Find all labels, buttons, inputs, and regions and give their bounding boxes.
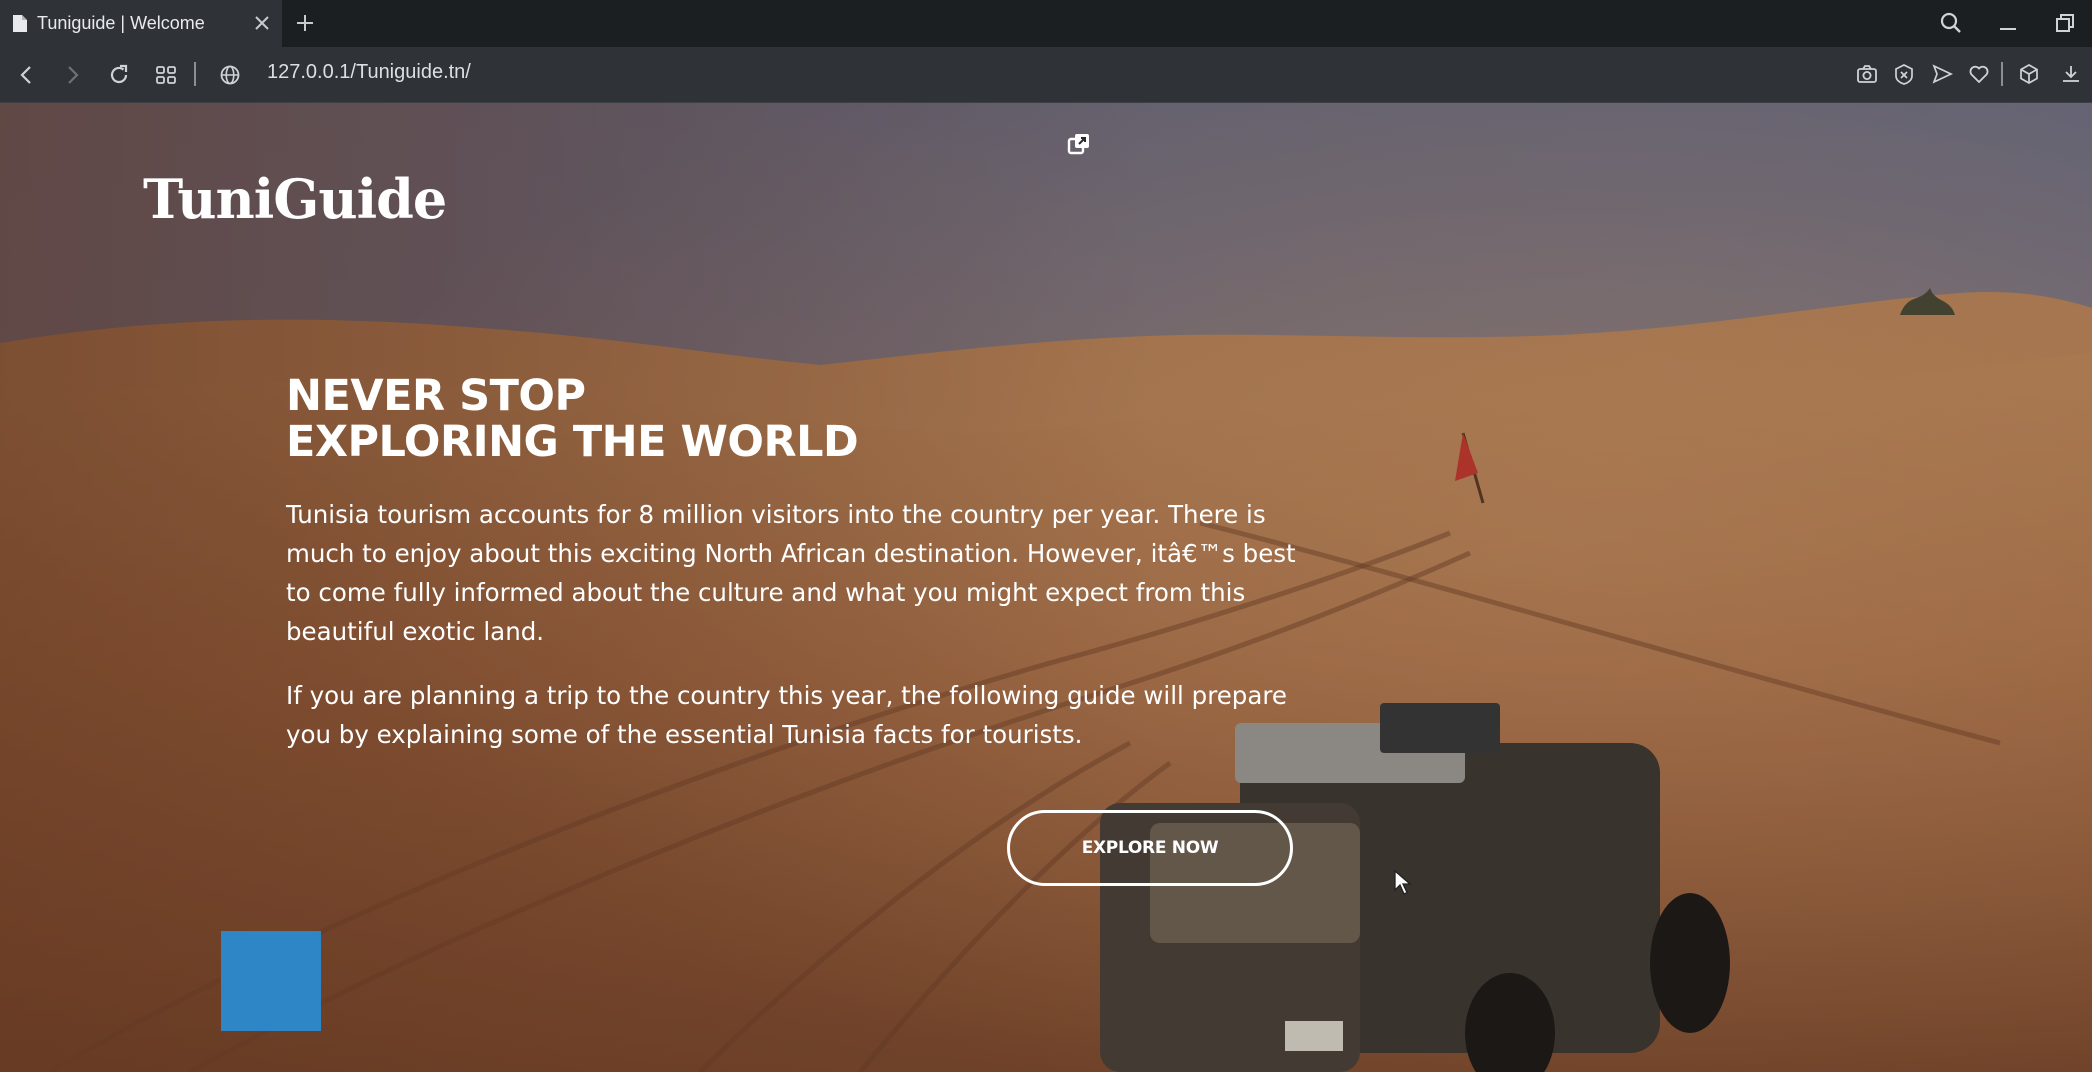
- browser-tab[interactable]: Tuniguide | Welcome: [0, 0, 282, 47]
- intro-paragraph: Tunisia tourism accounts for 8 million v…: [286, 500, 1296, 646]
- divider: [194, 62, 196, 86]
- address-bar: 127.0.0.1/Tuniguide.tn/: [0, 47, 2092, 103]
- site-logo[interactable]: TuniGuide: [143, 167, 447, 231]
- hero-headline: NEVER STOP EXPLORING THE WORLD: [286, 373, 1386, 465]
- camera-icon[interactable]: [1856, 63, 1878, 85]
- mouse-cursor-icon: [1394, 870, 1412, 896]
- search-icon[interactable]: [1939, 11, 1963, 35]
- accent-square: [221, 931, 321, 1031]
- picture-in-picture-icon[interactable]: [1066, 131, 1092, 157]
- globe-icon[interactable]: [218, 63, 242, 87]
- explore-now-button[interactable]: EXPLORE NOW: [1007, 810, 1293, 886]
- block-icon[interactable]: [1893, 63, 1915, 85]
- grid-icon[interactable]: [154, 63, 178, 87]
- reload-icon[interactable]: [107, 63, 131, 87]
- heart-icon[interactable]: [1968, 63, 1990, 85]
- url-field[interactable]: 127.0.0.1/Tuniguide.tn/: [267, 61, 471, 84]
- divider: [2001, 62, 2003, 86]
- forward-arrow-icon[interactable]: [60, 63, 84, 87]
- send-icon[interactable]: [1931, 63, 1953, 85]
- tab-title: Tuniguide | Welcome: [37, 13, 205, 33]
- back-arrow-icon[interactable]: [15, 63, 39, 87]
- document-icon: [12, 14, 28, 33]
- page-viewport: TuniGuide NEVER STOP EXPLORING THE WORLD…: [0, 103, 2092, 1072]
- close-icon[interactable]: [252, 13, 272, 33]
- restore-icon[interactable]: [2053, 11, 2077, 35]
- cube-icon[interactable]: [2018, 63, 2040, 85]
- minimize-icon[interactable]: [1996, 11, 2020, 35]
- browser-window: Tuniguide | Welcome 127.0.0.1/Tuniguide.…: [0, 0, 2092, 1072]
- headline-line-2: EXPLORING THE WORLD: [286, 417, 859, 467]
- plus-icon[interactable]: [294, 12, 316, 34]
- guide-paragraph: If you are planning a trip to the countr…: [286, 681, 1287, 749]
- headline-line-1: NEVER STOP: [286, 371, 586, 421]
- tab-strip: Tuniguide | Welcome: [0, 0, 2092, 47]
- download-icon[interactable]: [2060, 63, 2082, 85]
